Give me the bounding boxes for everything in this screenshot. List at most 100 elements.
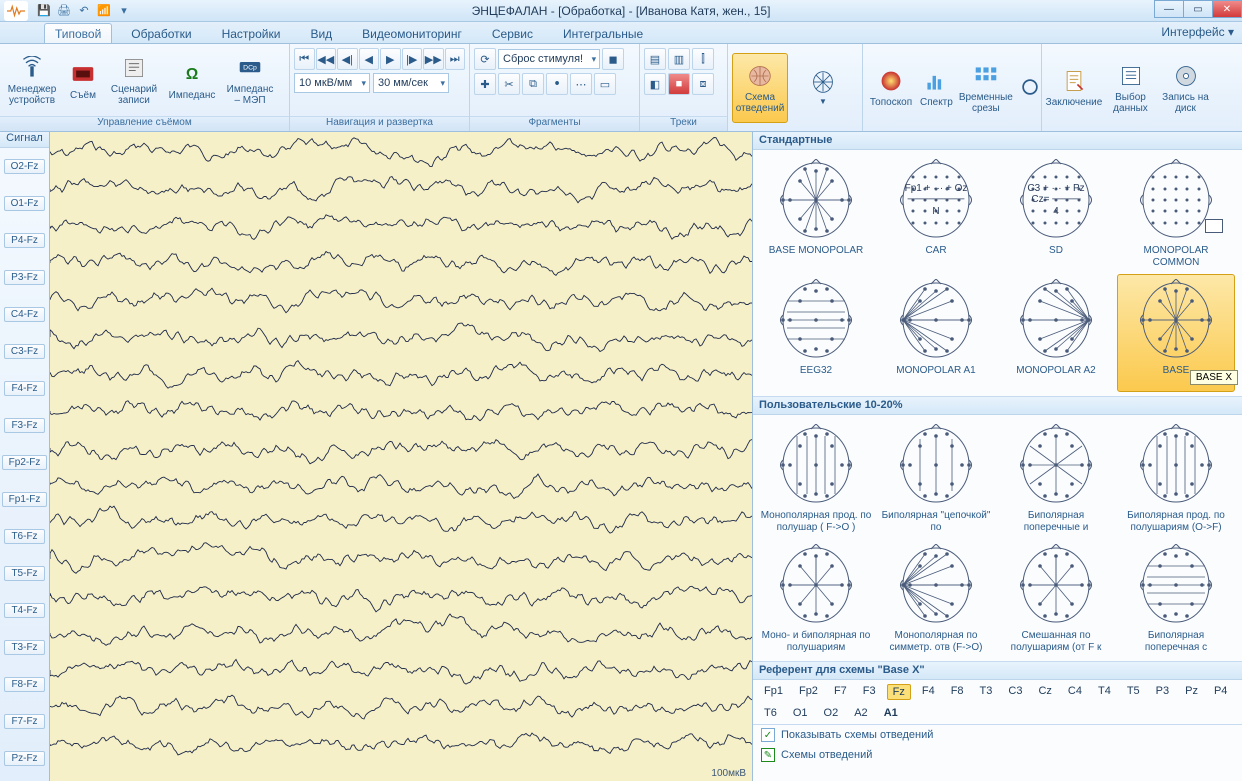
nav-stepback-button[interactable]: ◀| — [337, 48, 358, 70]
track-b3[interactable]: ⫿ — [692, 48, 714, 70]
tab-processing[interactable]: Обработки — [120, 23, 202, 43]
capture-button[interactable]: Съём — [62, 45, 104, 115]
channel-label[interactable]: Fp1-Fz — [0, 481, 49, 518]
channel-label[interactable]: F8-Fz — [0, 666, 49, 703]
channel-label[interactable]: T3-Fz — [0, 629, 49, 666]
track-b5[interactable]: ■ — [668, 73, 690, 95]
nav-rewind-button[interactable]: ◀◀ — [316, 48, 337, 70]
channel-label[interactable]: C3-Fz — [0, 333, 49, 370]
minimize-button[interactable]: — — [1154, 0, 1184, 18]
amplitude-scale-combo[interactable]: 10 мкВ/мм — [294, 73, 370, 93]
qat-save-icon[interactable]: 💾 — [36, 3, 52, 19]
schemes-link-row[interactable]: ✎ Схемы отведений — [753, 745, 1242, 765]
nav-last-button[interactable]: ⏭ — [445, 48, 466, 70]
spectrum-button[interactable]: Спектр — [917, 53, 956, 123]
qat-print-icon[interactable]: 🖨 — [56, 3, 72, 19]
ref-token[interactable]: C3 — [1003, 684, 1027, 700]
nav-back-button[interactable]: ◀ — [359, 48, 380, 70]
tab-typical[interactable]: Типовой — [44, 23, 112, 43]
channel-label[interactable]: Fp2-Fz — [0, 444, 49, 481]
ref-token[interactable]: A1 — [879, 706, 903, 720]
ref-token[interactable]: F4 — [917, 684, 940, 700]
ref-token[interactable]: T6 — [759, 706, 782, 720]
ref-token[interactable]: F8 — [946, 684, 969, 700]
montage-cell[interactable]: Биполярная "цепочкой" по — [877, 419, 995, 537]
nav-ffwd-button[interactable]: ▶▶ — [423, 48, 444, 70]
track-b4[interactable]: ◧ — [644, 73, 666, 95]
channel-label[interactable]: F4-Fz — [0, 370, 49, 407]
montage-cell[interactable]: EEG32 — [757, 274, 875, 392]
nav-first-button[interactable]: ⏮ — [294, 48, 315, 70]
channel-label[interactable]: C4-Fz — [0, 296, 49, 333]
frag-stop-button[interactable]: ◼ — [602, 48, 624, 70]
maximize-button[interactable]: ▭ — [1183, 0, 1213, 18]
channel-label[interactable]: P4-Fz — [0, 222, 49, 259]
montage-cell[interactable]: Биполярная поперечная с — [1117, 539, 1235, 657]
impedance-button[interactable]: ΩИмпеданс — [164, 45, 220, 115]
ref-token[interactable]: F7 — [829, 684, 852, 700]
ref-token[interactable]: Pz — [1180, 684, 1203, 700]
ref-token[interactable]: F3 — [858, 684, 881, 700]
qat-signal-icon[interactable]: 📶 — [96, 3, 112, 19]
frag-refresh-button[interactable]: ⟳ — [474, 48, 496, 70]
toposcope-button[interactable]: Топоскоп — [867, 53, 915, 123]
montage-cell[interactable]: Смешанная по полушариям (от F к — [997, 539, 1115, 657]
frag-b2[interactable]: ✂ — [498, 73, 520, 95]
tab-service[interactable]: Сервис — [481, 23, 544, 43]
montage-cell[interactable]: Монополярная по симметр. отв (F->О) — [877, 539, 995, 657]
data-select-button[interactable]: Выбор данных — [1104, 53, 1157, 123]
ref-token[interactable]: Cz — [1033, 684, 1056, 700]
qat-undo-icon[interactable]: ↶ — [76, 3, 92, 19]
channel-label[interactable]: T4-Fz — [0, 592, 49, 629]
ref-token[interactable]: T5 — [1122, 684, 1145, 700]
conclusion-button[interactable]: Заключение — [1046, 53, 1102, 123]
montage-cell[interactable]: C3 + ··· + PzCz= ────4SD — [997, 154, 1115, 272]
montage-cell[interactable]: Моно- и биполярная по полушариям — [757, 539, 875, 657]
tab-videomonitoring[interactable]: Видеомониторинг — [351, 23, 473, 43]
save-disc-button[interactable]: Запись на диск — [1159, 53, 1212, 123]
montage-cell[interactable]: Fp1 + ··· + Oz────────NCAR — [877, 154, 995, 272]
ref-token[interactable]: Fp1 — [759, 684, 788, 700]
montage-scheme-button[interactable]: Схема отведений — [732, 53, 788, 123]
channel-label[interactable]: F3-Fz — [0, 407, 49, 444]
channel-label[interactable]: T6-Fz — [0, 518, 49, 555]
frag-b4[interactable]: ꔷ — [546, 73, 568, 95]
frag-b3[interactable]: ⧉ — [522, 73, 544, 95]
frag-b6[interactable]: ▭ — [594, 73, 616, 95]
device-manager-button[interactable]: Менеджер устройств — [4, 45, 60, 115]
frag-b5[interactable]: ⋯ — [570, 73, 592, 95]
montage-cell[interactable]: Биполярная поперечные и — [997, 419, 1115, 537]
track-b6[interactable]: ⧈ — [692, 73, 714, 95]
ref-token[interactable]: O1 — [788, 706, 813, 720]
tab-settings[interactable]: Настройки — [211, 23, 292, 43]
montage-cell[interactable]: MONOPOLAR COMMON — [1117, 154, 1235, 272]
ref-token[interactable]: P3 — [1151, 684, 1174, 700]
channel-label[interactable]: P3-Fz — [0, 259, 49, 296]
ref-token[interactable]: C4 — [1063, 684, 1087, 700]
impedance-mep-button[interactable]: DCpИмпеданс – МЭП — [222, 45, 278, 115]
montage-cell[interactable]: MONOPOLAR A2 — [997, 274, 1115, 392]
show-schemes-checkbox-row[interactable]: ✓ Показывать схемы отведений — [753, 725, 1242, 745]
montage-cell[interactable]: Биполярная прод. по полушариям (O->F) — [1117, 419, 1235, 537]
ref-token[interactable]: P4 — [1209, 684, 1232, 700]
time-scale-combo[interactable]: 30 мм/сек — [373, 73, 449, 93]
ref-token[interactable]: A2 — [849, 706, 872, 720]
nav-stepfwd-button[interactable]: |▶ — [402, 48, 423, 70]
montage-dropdown-button[interactable]: ▼ — [790, 53, 856, 123]
channel-label[interactable]: O2-Fz — [0, 148, 49, 185]
scenario-button[interactable]: Сценарий записи — [106, 45, 162, 115]
eeg-canvas[interactable]: 100мкВ — [50, 132, 752, 781]
time-slices-button[interactable]: Временные срезы — [958, 53, 1014, 123]
channel-label[interactable]: T5-Fz — [0, 555, 49, 592]
montage-cell[interactable]: Монополярная прод. по полушар ( F->O ) — [757, 419, 875, 537]
channel-label[interactable]: O1-Fz — [0, 185, 49, 222]
views-misc-button[interactable] — [1016, 53, 1044, 123]
frag-b1[interactable]: ✚ — [474, 73, 496, 95]
tab-view[interactable]: Вид — [299, 23, 343, 43]
interface-menu[interactable]: Интерфейс ▾ — [1161, 25, 1234, 39]
channel-label[interactable]: Pz-Fz — [0, 740, 49, 777]
close-button[interactable]: ✕ — [1212, 0, 1242, 18]
ref-token[interactable]: O2 — [819, 706, 844, 720]
tab-integral[interactable]: Интегральные — [552, 23, 654, 43]
stim-reset-combo[interactable]: Сброс стимуля! — [498, 49, 600, 69]
